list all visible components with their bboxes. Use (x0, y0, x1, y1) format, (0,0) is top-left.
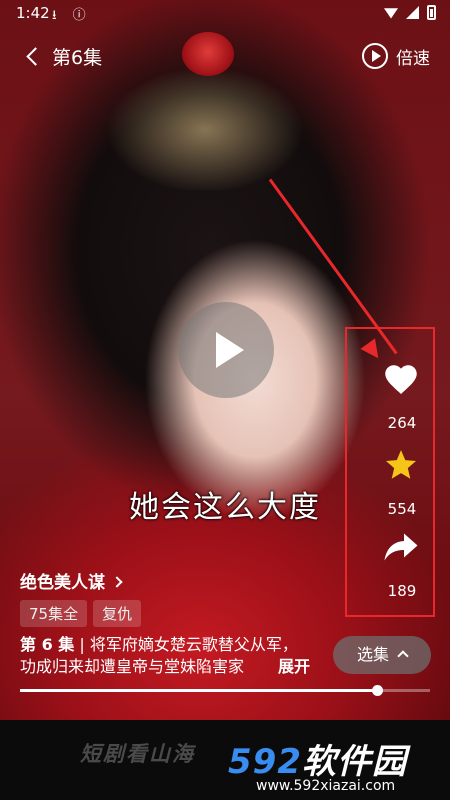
progress-fill (20, 689, 377, 692)
wifi-icon (384, 8, 398, 19)
speed-label: 倍速 (396, 48, 430, 69)
drama-title: 绝色美人谋 (20, 573, 105, 593)
star-icon (383, 448, 419, 482)
battery-icon (427, 5, 436, 20)
watermark-text: 软件园 (301, 742, 407, 782)
tag-episodes[interactable]: 75集全 (20, 600, 88, 627)
like-button[interactable]: 264 (345, 362, 435, 432)
watermark-url: www.592xiazai.com (256, 778, 396, 794)
like-count: 264 (387, 414, 417, 432)
favorite-button[interactable]: 554 (345, 448, 435, 518)
top-bar: 第6集 倍速 (0, 38, 450, 74)
play-button[interactable] (178, 302, 274, 398)
chevron-up-icon (397, 650, 409, 662)
watermark-main: 592软件园 (228, 734, 407, 783)
expand-link[interactable]: 展开 (278, 656, 310, 678)
share-icon (383, 530, 419, 564)
watermark-number: 592 (228, 742, 302, 782)
download-icon: ⭳ ⓘ (52, 8, 92, 23)
progress-knob[interactable] (371, 685, 383, 696)
chevron-right-icon (111, 576, 123, 588)
status-right (384, 5, 436, 20)
description-episode-label: 第 6 集 (20, 635, 75, 654)
description-text: | 将军府嫡女楚云歌替父从军， (79, 635, 298, 654)
heart-icon (383, 362, 419, 396)
share-button[interactable]: 189 (345, 530, 435, 600)
favorite-count: 554 (387, 500, 417, 518)
watermark-logo: 592软件园 www.592xiazai.com (228, 728, 450, 800)
signal-icon (406, 6, 419, 19)
drama-title-link[interactable]: 绝色美人谋 (20, 568, 123, 593)
progress-bar[interactable] (20, 685, 430, 696)
back-button[interactable] (20, 42, 46, 70)
play-speed-icon (362, 43, 388, 69)
select-episode-label: 选集 (356, 645, 389, 664)
tag-list: 75集全 复仇 (20, 600, 142, 627)
speed-button[interactable]: 倍速 (362, 40, 430, 72)
status-time: 1:42 (16, 4, 50, 22)
app-slogan: 短剧看山海 (80, 742, 195, 766)
share-count: 189 (387, 582, 417, 600)
episode-title: 第6集 (52, 47, 103, 69)
select-episode-button[interactable]: 选集 (333, 636, 431, 674)
episode-description: 第 6 集 | 将军府嫡女楚云歌替父从军， 功成归来却遭皇帝与堂妹陷害家 展开 (20, 634, 330, 678)
tag-genre[interactable]: 复仇 (93, 600, 142, 627)
status-bar: 1:42 ⭳ ⓘ (0, 0, 450, 28)
